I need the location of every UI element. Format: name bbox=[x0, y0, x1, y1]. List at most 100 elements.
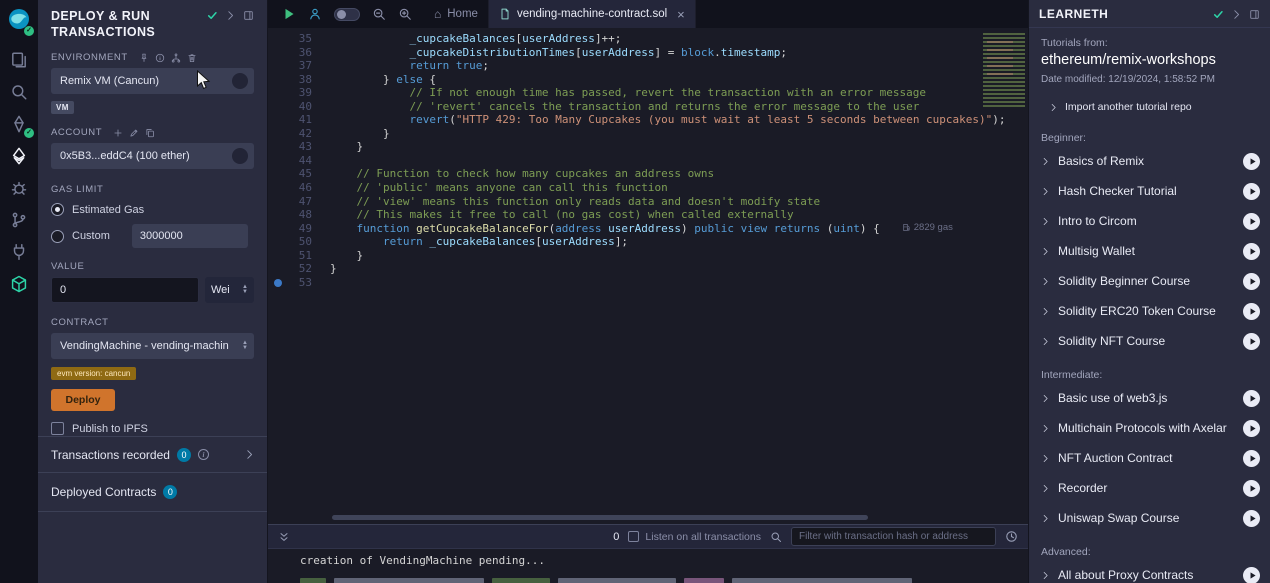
line-number[interactable]: 39 bbox=[268, 86, 330, 100]
terminal-filter-input[interactable] bbox=[791, 527, 996, 546]
line-number[interactable]: 53 bbox=[268, 276, 330, 290]
solidity-compiler-icon[interactable]: ✓ bbox=[0, 108, 38, 140]
line-number[interactable]: 52 bbox=[268, 262, 330, 276]
zoom-out-icon[interactable] bbox=[372, 7, 386, 21]
play-tutorial-button[interactable] bbox=[1243, 243, 1260, 260]
tutorial-item[interactable]: Basic use of web3.js bbox=[1041, 383, 1260, 413]
fork-icon[interactable] bbox=[171, 53, 181, 63]
trash-icon[interactable] bbox=[187, 53, 197, 63]
tutorial-item[interactable]: Solidity ERC20 Token Course bbox=[1041, 296, 1260, 326]
play-tutorial-button[interactable] bbox=[1243, 333, 1260, 350]
deploy-button[interactable]: Deploy bbox=[51, 389, 115, 411]
git-icon[interactable] bbox=[0, 204, 38, 236]
learneth-icon[interactable] bbox=[0, 268, 38, 300]
popout-panel-icon[interactable] bbox=[243, 10, 254, 21]
listen-all-transactions[interactable]: Listen on all transactions bbox=[628, 531, 761, 543]
listen-checkbox[interactable] bbox=[628, 531, 639, 542]
close-tab-icon[interactable]: × bbox=[677, 8, 685, 21]
account-select[interactable]: 0x5B3...eddC4 (100 ether) bbox=[51, 143, 254, 169]
line-number[interactable]: 48 bbox=[268, 208, 330, 222]
search-icon[interactable] bbox=[0, 76, 38, 108]
line-number[interactable]: 41 bbox=[268, 113, 330, 127]
tutorial-item[interactable]: Uniswap Swap Course bbox=[1041, 503, 1260, 533]
line-number[interactable]: 37 bbox=[268, 59, 330, 73]
plugin-manager-icon[interactable] bbox=[0, 236, 38, 268]
play-tutorial-button[interactable] bbox=[1243, 480, 1260, 497]
deploy-run-icon[interactable] bbox=[0, 140, 38, 172]
import-tutorial-repo[interactable]: Import another tutorial repo bbox=[1041, 101, 1258, 113]
play-tutorial-button[interactable] bbox=[1243, 567, 1260, 583]
contract-select[interactable]: VendingMachine - vending-machin ▲▼ bbox=[51, 333, 254, 359]
copy-account-icon[interactable] bbox=[145, 128, 155, 138]
copilot-toggle[interactable] bbox=[334, 8, 360, 21]
popout-panel-icon[interactable] bbox=[1249, 9, 1260, 20]
play-tutorial-button[interactable] bbox=[1243, 303, 1260, 320]
select-knob-icon[interactable] bbox=[232, 73, 248, 89]
play-tutorial-button[interactable] bbox=[1243, 450, 1260, 467]
tutorial-item[interactable]: Basics of Remix bbox=[1041, 146, 1260, 176]
environment-select[interactable]: Remix VM (Cancun) bbox=[51, 68, 254, 94]
line-number[interactable]: 49 bbox=[268, 222, 330, 236]
play-tutorial-button[interactable] bbox=[1243, 273, 1260, 290]
tutorial-item[interactable]: Solidity NFT Course bbox=[1041, 326, 1260, 356]
terminal-output[interactable]: creation of VendingMachine pending... bbox=[268, 549, 1028, 583]
line-number[interactable]: 42 bbox=[268, 127, 330, 141]
pin-icon[interactable] bbox=[139, 53, 149, 63]
editor-gutter[interactable]: 35363738394041424344454647484950515253 bbox=[268, 28, 330, 524]
custom-gas-input[interactable] bbox=[132, 224, 248, 248]
line-number[interactable]: 45 bbox=[268, 167, 330, 181]
line-number[interactable]: 51 bbox=[268, 249, 330, 263]
code-editor[interactable]: 35363738394041424344454647484950515253 _… bbox=[268, 28, 1028, 524]
publish-ipfs-checkbox[interactable] bbox=[51, 422, 64, 435]
select-knob-icon[interactable] bbox=[232, 148, 248, 164]
line-number[interactable]: 40 bbox=[268, 100, 330, 114]
value-unit-select[interactable]: Wei ▲▼ bbox=[205, 277, 254, 303]
tutorial-item[interactable]: All about Proxy Contracts bbox=[1041, 560, 1260, 583]
add-account-icon[interactable] bbox=[113, 128, 123, 138]
line-number[interactable]: 46 bbox=[268, 181, 330, 195]
remixai-assistant-icon[interactable] bbox=[308, 7, 322, 21]
play-tutorial-button[interactable] bbox=[1243, 390, 1260, 407]
collapse-terminal-icon[interactable] bbox=[278, 531, 290, 543]
value-input[interactable] bbox=[51, 277, 199, 303]
play-tutorial-button[interactable] bbox=[1243, 153, 1260, 170]
deployed-contracts-row[interactable]: Deployed Contracts 0 bbox=[38, 472, 268, 512]
debugger-icon[interactable] bbox=[0, 172, 38, 204]
play-tutorial-button[interactable] bbox=[1243, 183, 1260, 200]
play-tutorial-button[interactable] bbox=[1243, 510, 1260, 527]
editor-minimap[interactable] bbox=[983, 33, 1025, 109]
tab-vending-machine-contract[interactable]: vending-machine-contract.sol × bbox=[489, 0, 696, 28]
line-number[interactable]: 50 bbox=[268, 235, 330, 249]
line-number[interactable]: 38 bbox=[268, 73, 330, 87]
tutorial-item[interactable]: Recorder bbox=[1041, 473, 1260, 503]
line-number[interactable]: 47 bbox=[268, 195, 330, 209]
tutorial-item[interactable]: NFT Auction Contract bbox=[1041, 443, 1260, 473]
line-number[interactable]: 44 bbox=[268, 154, 330, 168]
tutorial-item[interactable]: Intro to Circom bbox=[1041, 206, 1260, 236]
run-script-button[interactable] bbox=[282, 7, 296, 21]
zoom-in-icon[interactable] bbox=[398, 7, 412, 21]
line-number[interactable]: 36 bbox=[268, 46, 330, 60]
code-lines[interactable]: _cupcakeBalances[userAddress]++; _cupcak… bbox=[330, 28, 1028, 524]
tutorial-item[interactable]: Multisig Wallet bbox=[1041, 236, 1260, 266]
tutorial-item[interactable]: Solidity Beginner Course bbox=[1041, 266, 1260, 296]
chevron-right-icon[interactable] bbox=[244, 449, 255, 460]
info-icon[interactable] bbox=[155, 53, 165, 63]
file-explorer-icon[interactable] bbox=[0, 44, 38, 76]
line-number[interactable]: 43 bbox=[268, 140, 330, 154]
breakpoint-dot[interactable] bbox=[274, 279, 282, 287]
tutorial-item[interactable]: Multichain Protocols with Axelar bbox=[1041, 413, 1260, 443]
pending-transactions-icon[interactable] bbox=[1005, 530, 1018, 543]
play-tutorial-button[interactable] bbox=[1243, 213, 1260, 230]
info-icon[interactable]: i bbox=[198, 449, 209, 460]
focus-panel-icon[interactable] bbox=[1231, 9, 1242, 20]
transactions-recorded-row[interactable]: Transactions recorded 0 i bbox=[38, 436, 268, 472]
custom-gas-radio[interactable] bbox=[51, 230, 64, 243]
tutorial-item[interactable]: Hash Checker Tutorial bbox=[1041, 176, 1260, 206]
sign-message-icon[interactable] bbox=[129, 128, 139, 138]
line-number[interactable]: 35 bbox=[268, 32, 330, 46]
horizontal-scrollbar[interactable] bbox=[332, 515, 868, 520]
estimated-gas-radio[interactable] bbox=[51, 203, 64, 216]
remix-logo[interactable]: ✓ bbox=[0, 0, 38, 38]
tab-home[interactable]: ⌂ Home bbox=[424, 0, 489, 28]
